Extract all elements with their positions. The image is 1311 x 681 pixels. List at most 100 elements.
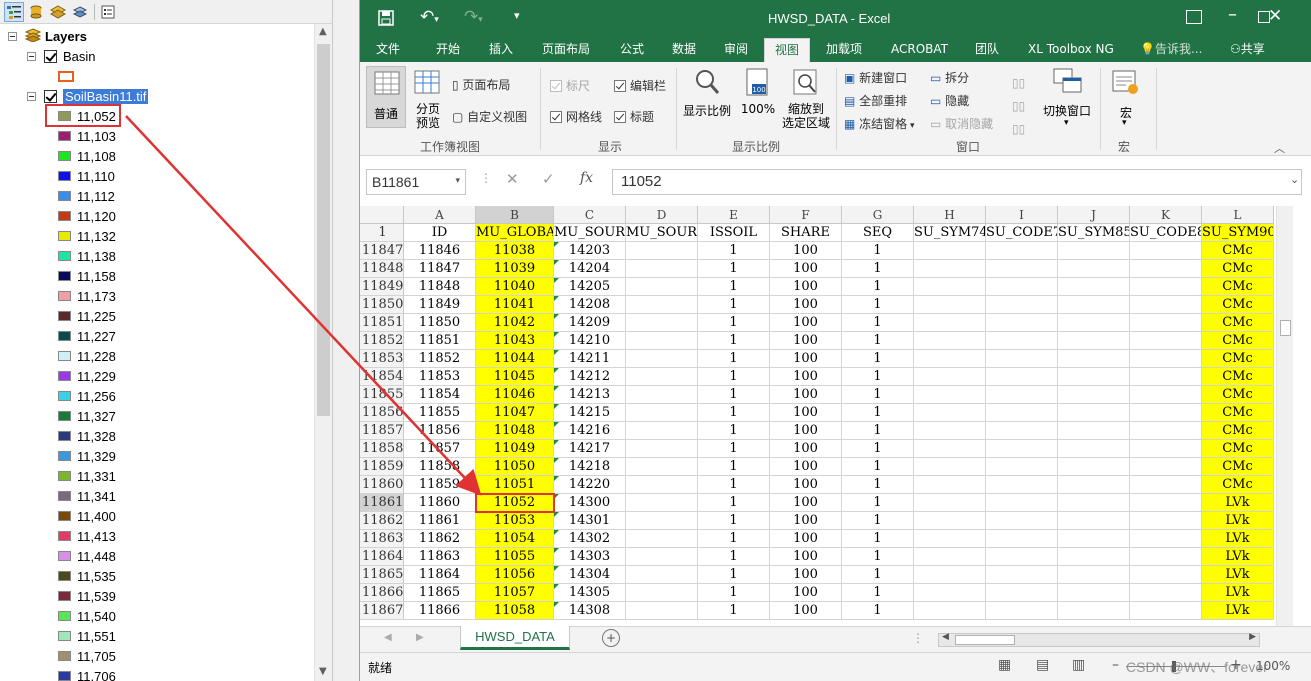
table-cell[interactable]: [1130, 584, 1202, 602]
tab-formulas[interactable]: 公式: [616, 38, 648, 62]
tab-home[interactable]: 开始: [432, 38, 464, 62]
undo-icon[interactable]: ↶▾: [420, 7, 439, 27]
table-cell[interactable]: 14217: [554, 440, 626, 458]
column-header[interactable]: B: [476, 206, 554, 224]
legend-item[interactable]: 11,052: [58, 106, 116, 126]
table-cell[interactable]: 100: [770, 296, 842, 314]
table-cell[interactable]: [1130, 260, 1202, 278]
row-header[interactable]: 11854: [360, 368, 404, 386]
table-cell[interactable]: CMc: [1202, 278, 1274, 296]
table-cell[interactable]: [914, 566, 986, 584]
table-cell[interactable]: [986, 368, 1058, 386]
row-header[interactable]: 11865: [360, 566, 404, 584]
table-cell[interactable]: [914, 404, 986, 422]
select-all-corner[interactable]: [360, 206, 404, 224]
table-cell[interactable]: [986, 584, 1058, 602]
table-cell[interactable]: [1058, 278, 1130, 296]
row-header[interactable]: 11852: [360, 332, 404, 350]
table-cell[interactable]: 1: [842, 422, 914, 440]
gridlines-checkbox[interactable]: 网格线: [550, 108, 602, 125]
table-cell[interactable]: 11854: [404, 386, 476, 404]
legend-item[interactable]: 11,103: [58, 126, 116, 146]
table-cell[interactable]: 100: [770, 566, 842, 584]
legend-item[interactable]: 11,110: [58, 166, 115, 186]
table-cell[interactable]: LVk: [1202, 584, 1274, 602]
tab-team[interactable]: 团队: [971, 38, 1003, 62]
table-cell[interactable]: 1: [842, 260, 914, 278]
page-layout-button[interactable]: ▯ 页面布局: [452, 76, 510, 93]
table-cell[interactable]: 14216: [554, 422, 626, 440]
table-cell[interactable]: 100: [770, 260, 842, 278]
table-cell[interactable]: CMc: [1202, 368, 1274, 386]
sheet-tab-hwsd-data[interactable]: HWSD_DATA: [460, 626, 570, 650]
tab-xl-toolbox[interactable]: XL Toolbox NG: [1024, 38, 1118, 62]
formula-input[interactable]: 11052: [612, 169, 1302, 195]
table-cell[interactable]: CMc: [1202, 422, 1274, 440]
table-cell[interactable]: [914, 584, 986, 602]
table-cell[interactable]: 100: [770, 512, 842, 530]
table-cell[interactable]: [914, 350, 986, 368]
table-cell[interactable]: 14303: [554, 548, 626, 566]
table-cell[interactable]: CMc: [1202, 332, 1274, 350]
prev-sheet-icon[interactable]: ◀: [384, 632, 392, 643]
table-cell[interactable]: [1130, 332, 1202, 350]
table-cell[interactable]: 1: [842, 494, 914, 512]
tell-me-box[interactable]: 💡告诉我...: [1136, 38, 1206, 62]
table-cell[interactable]: 14211: [554, 350, 626, 368]
list-by-selection-icon[interactable]: [70, 2, 90, 22]
table-cell[interactable]: [626, 278, 698, 296]
table-cell[interactable]: [986, 440, 1058, 458]
table-cell[interactable]: [914, 476, 986, 494]
insert-function-icon[interactable]: fx: [580, 170, 593, 186]
table-cell[interactable]: 1: [698, 296, 770, 314]
table-cell[interactable]: [626, 440, 698, 458]
table-cell[interactable]: 11861: [404, 512, 476, 530]
scroll-left-icon[interactable]: ◀: [942, 632, 949, 642]
table-cell[interactable]: [1058, 386, 1130, 404]
table-cell[interactable]: [1058, 260, 1130, 278]
header-cell[interactable]: ID: [404, 224, 476, 242]
table-cell[interactable]: 1: [842, 242, 914, 260]
table-cell[interactable]: [1130, 350, 1202, 368]
table-cell[interactable]: 14218: [554, 458, 626, 476]
collapse-icon[interactable]: [8, 31, 17, 41]
row-header[interactable]: 11851: [360, 314, 404, 332]
table-cell[interactable]: 100: [770, 548, 842, 566]
table-cell[interactable]: 1: [842, 314, 914, 332]
table-cell[interactable]: 14220: [554, 476, 626, 494]
table-cell[interactable]: CMc: [1202, 476, 1274, 494]
row-header[interactable]: 11862: [360, 512, 404, 530]
table-cell[interactable]: 11850: [404, 314, 476, 332]
row-header[interactable]: 11864: [360, 548, 404, 566]
table-cell[interactable]: 11863: [404, 548, 476, 566]
name-box[interactable]: B11861 ▾: [366, 169, 466, 195]
zoom-to-selection-button[interactable]: 缩放到 选定区域: [778, 66, 834, 136]
legend-item[interactable]: 11,539: [58, 586, 116, 606]
minimize-icon[interactable]: –: [1228, 4, 1237, 25]
table-cell[interactable]: 1: [698, 458, 770, 476]
table-cell[interactable]: 14209: [554, 314, 626, 332]
toc-scroll-thumb[interactable]: [317, 44, 330, 416]
table-cell[interactable]: [914, 332, 986, 350]
table-cell[interactable]: [1130, 296, 1202, 314]
table-cell[interactable]: 100: [770, 386, 842, 404]
list-by-source-icon[interactable]: [26, 2, 46, 22]
table-cell[interactable]: 100: [770, 350, 842, 368]
column-header[interactable]: I: [986, 206, 1058, 224]
legend-item[interactable]: 11,448: [58, 546, 116, 566]
freeze-panes-button[interactable]: ▦ 冻结窗格 ▾: [844, 115, 915, 132]
table-cell[interactable]: LVk: [1202, 602, 1274, 620]
table-cell[interactable]: [986, 404, 1058, 422]
custom-views-button[interactable]: ▢ 自定义视图: [452, 108, 527, 125]
table-cell[interactable]: 14212: [554, 368, 626, 386]
table-cell[interactable]: [626, 494, 698, 512]
table-cell[interactable]: [626, 566, 698, 584]
table-cell[interactable]: [626, 548, 698, 566]
tab-data[interactable]: 数据: [668, 38, 700, 62]
table-cell[interactable]: [626, 242, 698, 260]
table-cell[interactable]: [626, 296, 698, 314]
row-header[interactable]: 11853: [360, 350, 404, 368]
save-icon[interactable]: [378, 10, 394, 29]
zoom-button[interactable]: 显示比例: [682, 66, 732, 132]
table-cell[interactable]: 1: [698, 350, 770, 368]
